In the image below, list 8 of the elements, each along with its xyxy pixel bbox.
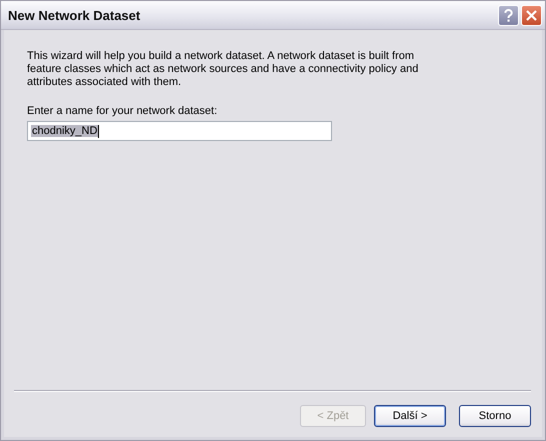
intro-text: This wizard will help you build a network dataset. A network dataset is built from feature classes which act as network sources and have a connectivity policy and attributes associated with them. bbox=[27, 50, 420, 89]
name-input-field[interactable]: chodniky_ND bbox=[27, 121, 332, 141]
help-button[interactable] bbox=[498, 4, 519, 26]
close-button[interactable] bbox=[521, 4, 542, 26]
wizard-button[interactable]: Storno bbox=[459, 405, 531, 427]
window-title: New Network Dataset bbox=[8, 8, 140, 22]
field-label: Enter a name for your network dataset: bbox=[27, 105, 218, 117]
wizard-button[interactable]: Další > bbox=[374, 405, 446, 427]
